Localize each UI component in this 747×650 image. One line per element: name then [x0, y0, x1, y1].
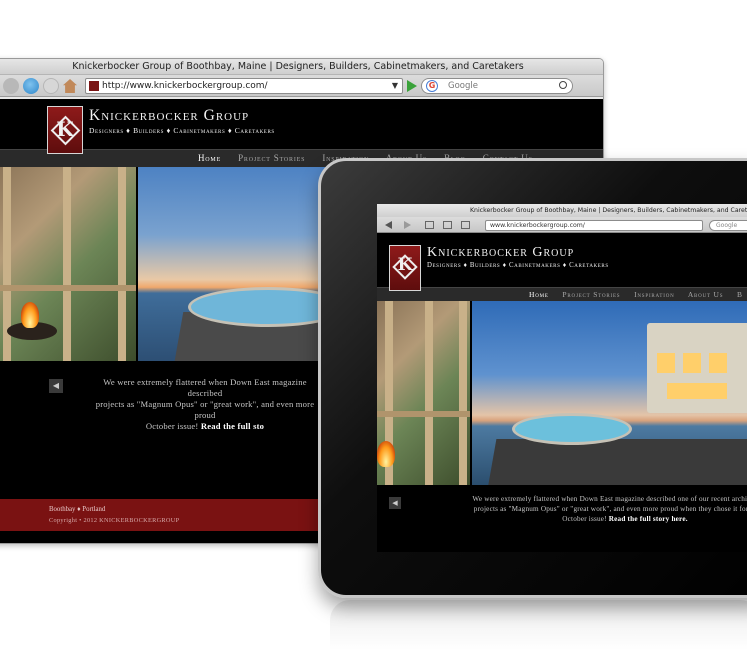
porch-photo: [0, 167, 136, 361]
nav-project-stories[interactable]: Project Stories: [238, 153, 305, 163]
caption-line: projects as "Magnum Opus" or "great work…: [95, 399, 315, 420]
tablet-screen: Knickerbocker Group of Boothbay, Maine |…: [377, 204, 747, 552]
tablet-search-input[interactable]: Google: [709, 220, 747, 231]
search-placeholder: Google: [448, 81, 478, 91]
tablet-brand: Knickerbocker Group Designers ♦ Builders…: [427, 245, 609, 269]
brand-tagline: Designers ♦ Builders ♦ Cabinetmakers ♦ C…: [89, 126, 275, 135]
house-window: [709, 353, 727, 373]
tablet-address-url: www.knickerbockergroup.com/: [490, 222, 585, 229]
tablet-device: Knickerbocker Group of Boothbay, Maine |…: [318, 158, 747, 598]
footer-copyright: Copyright • 2012 KNICKERBOCKERGROUP: [49, 517, 180, 524]
house-window: [657, 353, 675, 373]
porch-rail: [0, 285, 136, 291]
tabs-icon[interactable]: [425, 221, 434, 229]
nav-about-us[interactable]: About Us: [688, 290, 724, 299]
search-icon[interactable]: [559, 81, 567, 89]
chevron-down-icon[interactable]: ▼: [392, 79, 398, 93]
brand-tagline: Designers ♦ Builders ♦ Cabinetmakers ♦ C…: [427, 262, 609, 269]
logo-letter: K: [397, 255, 413, 275]
tablet-reflection: [330, 600, 747, 650]
tablet-search-placeholder: Google: [716, 222, 738, 229]
porch-post: [459, 301, 467, 485]
address-bar[interactable]: http://www.knickerbockergroup.com/ ▼: [85, 78, 403, 94]
prev-arrow-button[interactable]: ◀: [389, 497, 401, 509]
porch-post: [63, 167, 71, 361]
house: [647, 323, 747, 413]
read-more-link[interactable]: Read the full sto: [201, 421, 264, 431]
go-icon[interactable]: [407, 80, 417, 92]
brand: Knickerbocker Group Designers ♦ Builders…: [89, 107, 275, 135]
bookmarks-icon[interactable]: [443, 221, 452, 229]
home-icon[interactable]: [63, 79, 77, 93]
caption-line: October issue!: [145, 421, 199, 431]
logo[interactable]: K: [47, 106, 83, 154]
back-icon[interactable]: [385, 221, 392, 229]
nav-blog[interactable]: B: [737, 290, 743, 299]
tablet-site-nav: Home Project Stories Inspiration About U…: [377, 287, 747, 301]
porch-post: [118, 167, 126, 361]
favicon-icon: [89, 81, 99, 91]
share-icon[interactable]: [461, 221, 470, 229]
flame: [377, 441, 395, 467]
tablet-window-title: Knickerbocker Group of Boothbay, Maine |…: [377, 204, 747, 217]
site-header: K Knickerbocker Group Designers ♦ Builde…: [0, 99, 603, 154]
nav-project-stories[interactable]: Project Stories: [562, 290, 620, 299]
tablet-hero-images: [377, 301, 747, 485]
address-url: http://www.knickerbockergroup.com/: [102, 81, 268, 91]
window-title: Knickerbocker Group of Boothbay, Maine |…: [0, 59, 603, 75]
tablet-site-header: K Knickerbocker Group Designers ♦ Builde…: [377, 233, 747, 291]
caption-text: We were extremely flattered when Down Ea…: [415, 494, 747, 524]
logo-letter: K: [56, 117, 74, 141]
caption-line: October issue!: [562, 515, 607, 523]
tablet-address-bar[interactable]: www.knickerbockergroup.com/: [485, 220, 703, 231]
tablet-toolbar: www.knickerbockergroup.com/ Google: [377, 217, 747, 233]
nav-items: Home Project Stories Inspiration About U…: [529, 290, 747, 299]
caption-line: projects as "Magnum Opus" or "great work…: [473, 505, 747, 513]
search-input[interactable]: G Google: [421, 78, 573, 94]
nav-home[interactable]: Home: [198, 153, 221, 163]
porch-photo: [377, 301, 470, 485]
footer-locations: Boothbay ♦ Portland: [49, 506, 106, 513]
porch-rail: [377, 411, 470, 417]
caption-text: We were extremely flattered when Down Ea…: [85, 377, 325, 432]
read-more-link[interactable]: Read the full story here.: [609, 515, 688, 523]
nav-home[interactable]: Home: [529, 290, 549, 299]
pool-wall: [487, 439, 747, 485]
back-icon[interactable]: [3, 78, 19, 94]
browser-toolbar: http://www.knickerbockergroup.com/ ▼ G G…: [0, 75, 603, 97]
nav-inspiration[interactable]: Inspiration: [634, 290, 674, 299]
reload-icon[interactable]: [23, 78, 39, 94]
stop-icon[interactable]: [43, 78, 59, 94]
house-window: [683, 353, 701, 373]
prev-arrow-button[interactable]: ◀: [49, 379, 63, 393]
porch-post: [425, 301, 433, 485]
pool-water: [512, 413, 632, 445]
tablet-caption: ◀ We were extremely flattered when Down …: [377, 491, 747, 551]
caption-line: We were extremely flattered when Down Ea…: [103, 377, 307, 398]
caption-line: We were extremely flattered when Down Ea…: [472, 495, 747, 503]
house-window: [667, 383, 727, 399]
pool-house-photo: [472, 301, 747, 485]
brand-name: Knickerbocker Group: [427, 245, 575, 260]
brand-name: Knickerbocker Group: [89, 107, 250, 124]
tablet-logo[interactable]: K: [389, 245, 421, 291]
google-icon[interactable]: G: [426, 80, 438, 92]
forward-icon[interactable]: [404, 221, 411, 229]
tablet-site: K Knickerbocker Group Designers ♦ Builde…: [377, 233, 747, 552]
flame: [21, 302, 39, 328]
